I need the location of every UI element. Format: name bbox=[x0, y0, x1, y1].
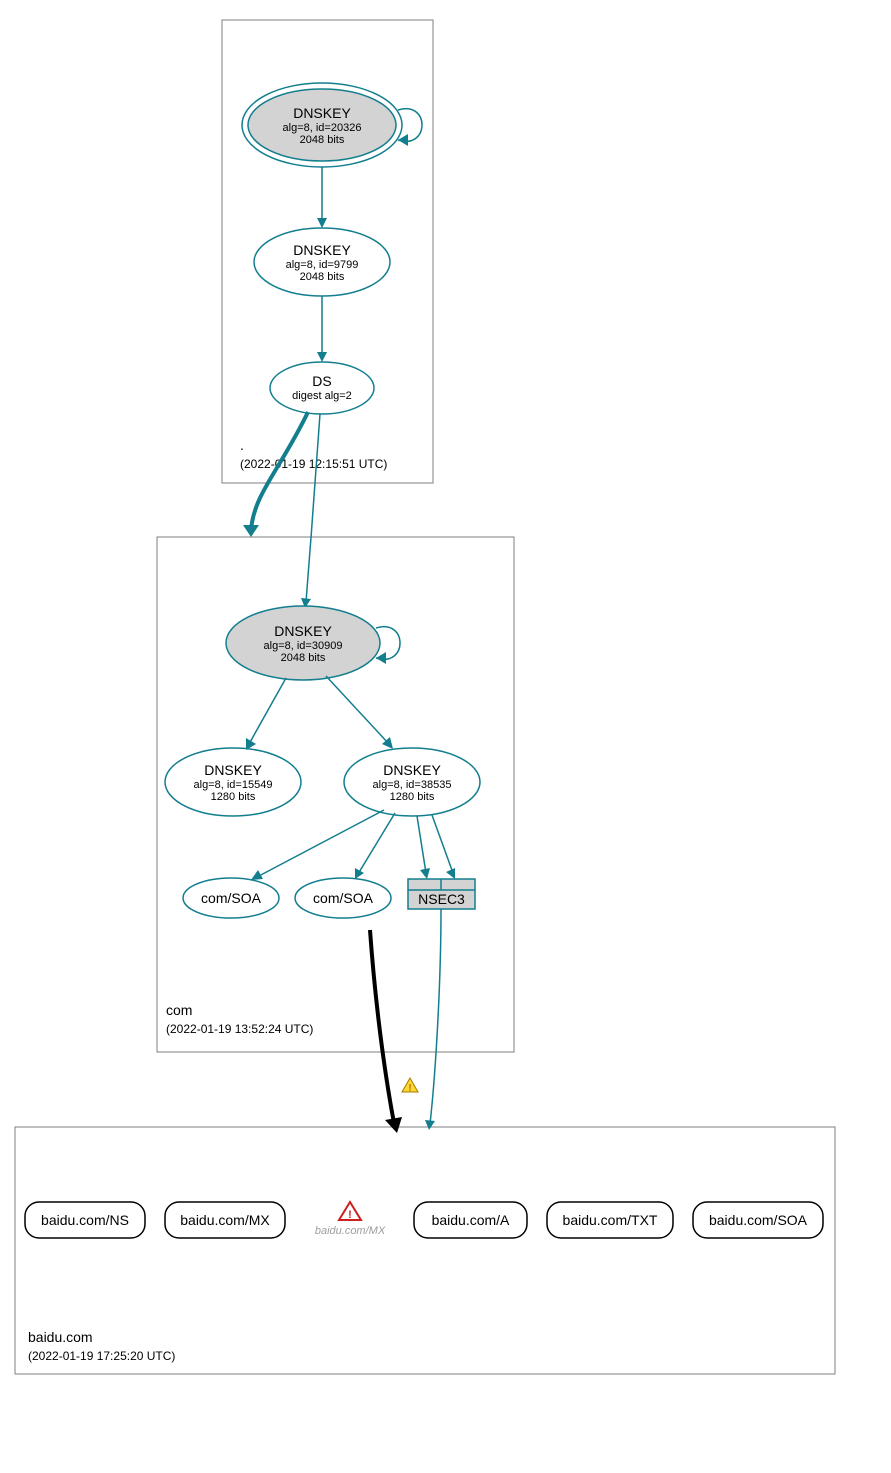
baidu-mx-node[interactable]: baidu.com/MX bbox=[165, 1202, 285, 1238]
svg-text:alg=8, id=38535: alg=8, id=38535 bbox=[373, 779, 452, 791]
svg-text:com/SOA: com/SOA bbox=[313, 890, 374, 906]
svg-text:DNSKEY: DNSKEY bbox=[293, 105, 351, 121]
edge-comksk-zsk2 bbox=[326, 676, 389, 744]
zone-root-label: . bbox=[240, 437, 244, 453]
svg-text:com/SOA: com/SOA bbox=[201, 890, 262, 906]
svg-text:!: ! bbox=[348, 1209, 352, 1221]
warning-icon: ! bbox=[402, 1078, 418, 1094]
svg-text:baidu.com/NS: baidu.com/NS bbox=[41, 1212, 129, 1228]
svg-text:DNSKEY: DNSKEY bbox=[274, 623, 332, 639]
svg-text:baidu.com/MX: baidu.com/MX bbox=[315, 1225, 386, 1237]
com-soa1-node[interactable]: com/SOA bbox=[183, 878, 279, 918]
svg-text:baidu.com/TXT: baidu.com/TXT bbox=[563, 1212, 658, 1228]
zone-com-label: com bbox=[166, 1002, 192, 1018]
edge-nsec3-baidu bbox=[430, 909, 441, 1124]
zone-root-ts: (2022-01-19 12:15:51 UTC) bbox=[240, 457, 387, 471]
svg-text:alg=8, id=20326: alg=8, id=20326 bbox=[283, 122, 362, 134]
svg-text:!: ! bbox=[408, 1083, 411, 1094]
svg-text:baidu.com/A: baidu.com/A bbox=[432, 1212, 510, 1228]
svg-text:DNSKEY: DNSKEY bbox=[293, 242, 351, 258]
zone-com-ts: (2022-01-19 13:52:24 UTC) bbox=[166, 1022, 313, 1036]
baidu-soa-node[interactable]: baidu.com/SOA bbox=[693, 1202, 823, 1238]
svg-text:DNSKEY: DNSKEY bbox=[383, 762, 441, 778]
edge-comksk-zsk1 bbox=[249, 678, 286, 744]
root-zsk-node[interactable]: DNSKEY alg=8, id=9799 2048 bits bbox=[254, 228, 390, 296]
svg-text:1280 bits: 1280 bits bbox=[390, 791, 435, 803]
edge-zsk2-soa1 bbox=[257, 810, 384, 877]
svg-text:NSEC3: NSEC3 bbox=[418, 891, 465, 907]
root-ds-node[interactable]: DS digest alg=2 bbox=[270, 362, 374, 414]
root-ksk-node[interactable]: DNSKEY alg=8, id=20326 2048 bits bbox=[242, 83, 402, 167]
svg-text:baidu.com/MX: baidu.com/MX bbox=[180, 1212, 270, 1228]
com-zsk2-node[interactable]: DNSKEY alg=8, id=38535 1280 bits bbox=[344, 748, 480, 816]
zone-baidu-label: baidu.com bbox=[28, 1329, 93, 1345]
svg-text:alg=8, id=30909: alg=8, id=30909 bbox=[264, 640, 343, 652]
baidu-txt-node[interactable]: baidu.com/TXT bbox=[547, 1202, 673, 1238]
zone-baidu-ts: (2022-01-19 17:25:20 UTC) bbox=[28, 1349, 175, 1363]
svg-text:alg=8, id=9799: alg=8, id=9799 bbox=[286, 259, 359, 271]
edge-zsk2-soa2 bbox=[358, 813, 395, 874]
edge-ds-comksk bbox=[306, 414, 320, 602]
com-soa2-node[interactable]: com/SOA bbox=[295, 878, 391, 918]
svg-text:2048 bits: 2048 bits bbox=[300, 134, 345, 146]
svg-text:2048 bits: 2048 bits bbox=[300, 271, 345, 283]
zone-baidu-box bbox=[15, 1127, 835, 1374]
svg-text:alg=8, id=15549: alg=8, id=15549 bbox=[194, 779, 273, 791]
dnssec-graph: . (2022-01-19 12:15:51 UTC) DNSKEY alg=8… bbox=[0, 0, 891, 1473]
baidu-mx-error-node[interactable]: ! baidu.com/MX bbox=[315, 1202, 386, 1237]
svg-text:digest alg=2: digest alg=2 bbox=[292, 390, 352, 402]
edge-ds-comksk-thick bbox=[251, 412, 308, 531]
com-zsk1-node[interactable]: DNSKEY alg=8, id=15549 1280 bits bbox=[165, 748, 301, 816]
com-ksk-node[interactable]: DNSKEY alg=8, id=30909 2048 bits bbox=[226, 606, 380, 680]
svg-text:DS: DS bbox=[312, 373, 331, 389]
svg-text:DNSKEY: DNSKEY bbox=[204, 762, 262, 778]
edge-zsk2-nsec3b bbox=[432, 815, 453, 873]
svg-text:baidu.com/SOA: baidu.com/SOA bbox=[709, 1212, 808, 1228]
baidu-ns-node[interactable]: baidu.com/NS bbox=[25, 1202, 145, 1238]
edge-com-baidu-insecure bbox=[370, 930, 394, 1123]
baidu-a-node[interactable]: baidu.com/A bbox=[414, 1202, 527, 1238]
edge-zsk2-nsec3a bbox=[417, 816, 426, 873]
svg-text:2048 bits: 2048 bits bbox=[281, 652, 326, 664]
svg-text:1280 bits: 1280 bits bbox=[211, 791, 256, 803]
com-nsec3-node[interactable]: NSEC3 bbox=[408, 879, 475, 909]
